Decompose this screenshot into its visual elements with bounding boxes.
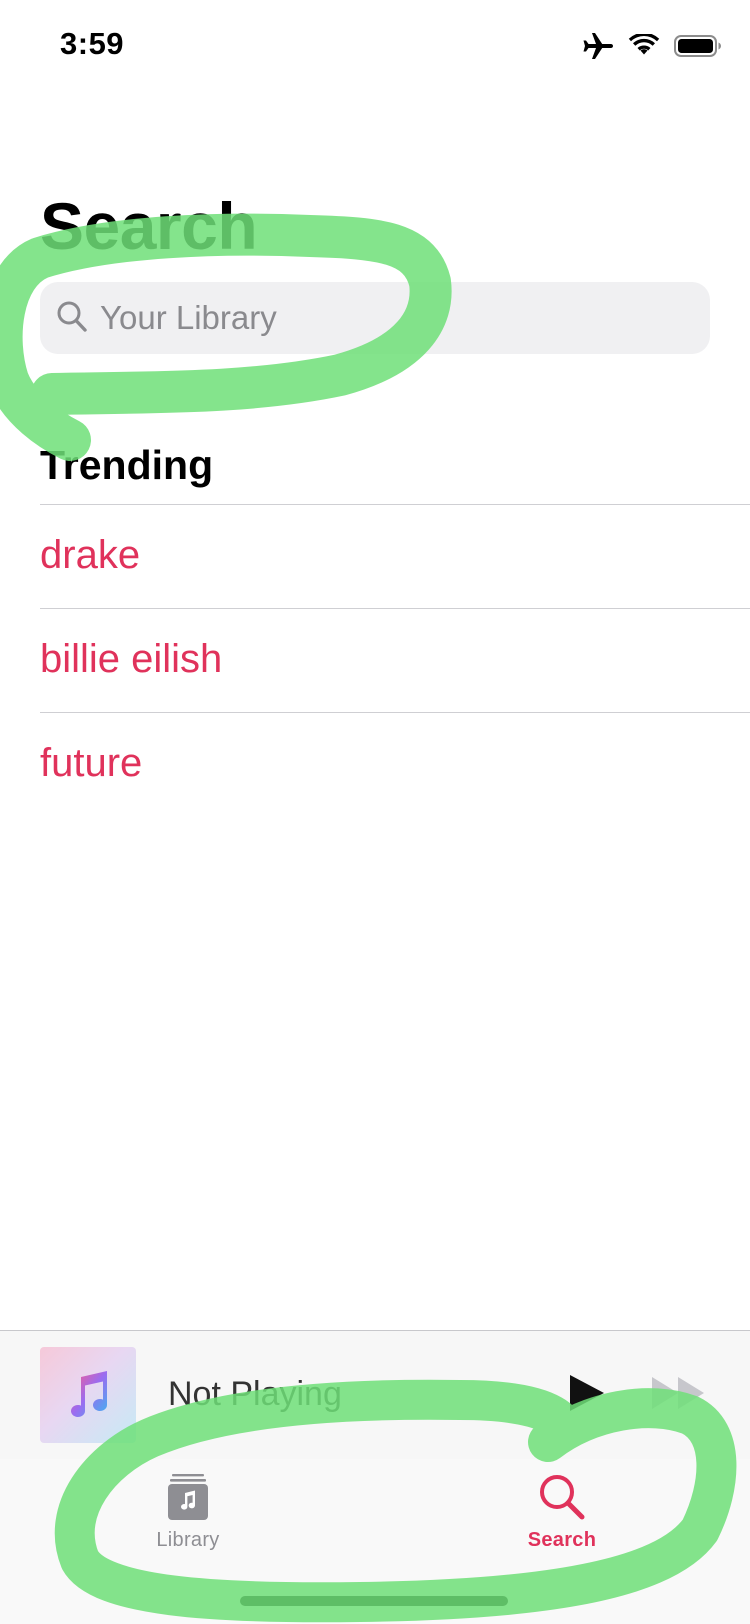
search-input[interactable] bbox=[98, 282, 690, 354]
status-bar: 3:59 bbox=[0, 0, 750, 90]
status-time: 3:59 bbox=[60, 26, 125, 61]
tab-label: Library bbox=[156, 1529, 220, 1551]
wifi-icon bbox=[628, 34, 660, 55]
airplane-icon bbox=[583, 33, 613, 59]
artwork bbox=[40, 1347, 136, 1443]
library-icon bbox=[168, 1474, 208, 1520]
music-note-icon bbox=[71, 1371, 108, 1418]
status-icons bbox=[582, 32, 722, 60]
mini-player[interactable]: Not Playing bbox=[0, 1330, 750, 1460]
trending-header: Trending bbox=[40, 442, 214, 488]
play-button[interactable] bbox=[566, 1373, 606, 1413]
trending-item-label: drake bbox=[40, 533, 141, 577]
page-title: Search bbox=[40, 189, 258, 263]
trending-item-label: billie eilish bbox=[40, 637, 223, 681]
trending-item-future[interactable]: future bbox=[40, 712, 750, 816]
search-icon bbox=[57, 301, 87, 332]
trending-list: drake billie eilish future bbox=[40, 504, 750, 816]
tab-label: Search bbox=[527, 1529, 597, 1551]
tab-library[interactable]: Library bbox=[108, 1473, 268, 1552]
trending-item-billie-eilish[interactable]: billie eilish bbox=[40, 608, 750, 712]
search-icon bbox=[540, 1475, 585, 1520]
trending-item-label: future bbox=[40, 741, 143, 785]
now-playing-label: Not Playing bbox=[168, 1375, 342, 1413]
tab-search[interactable]: Search bbox=[482, 1473, 642, 1552]
search-field[interactable] bbox=[40, 282, 710, 354]
battery-icon bbox=[674, 35, 721, 57]
skip-forward-button[interactable] bbox=[650, 1375, 706, 1411]
trending-item-drake[interactable]: drake bbox=[40, 504, 750, 608]
home-indicator bbox=[240, 1596, 508, 1606]
